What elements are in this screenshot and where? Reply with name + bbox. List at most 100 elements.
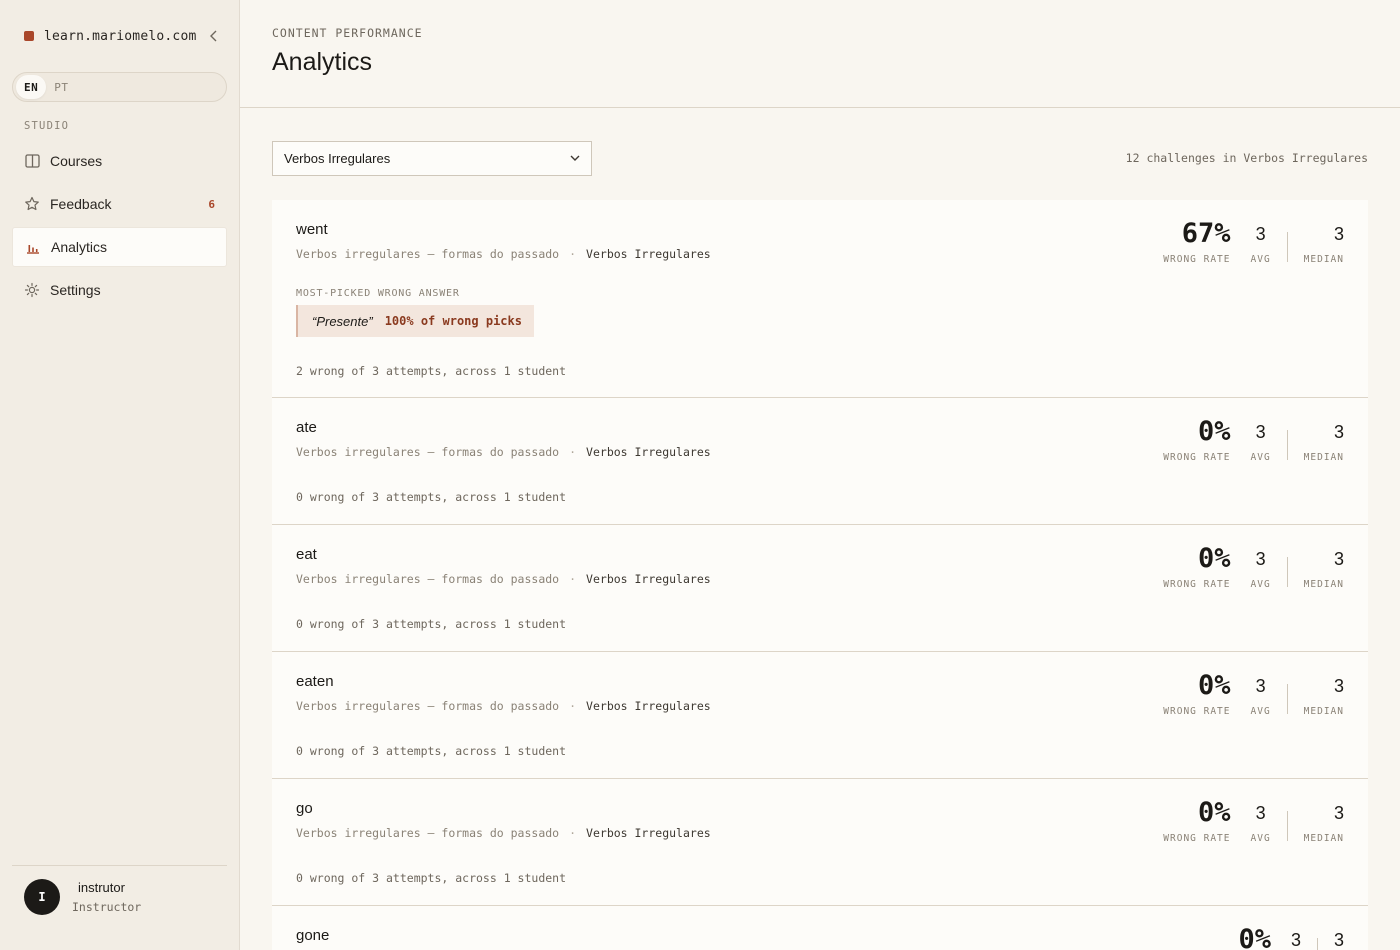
- challenge-card[interactable]: eat Verbos irregulares — formas do passa…: [272, 525, 1368, 652]
- challenge-word: eat: [296, 546, 317, 563]
- avg-stat: 3 AVG: [1251, 672, 1271, 717]
- median-label: MEDIAN: [1303, 452, 1344, 463]
- page-title: Analytics: [272, 48, 373, 76]
- challenge-card[interactable]: go Verbos irregulares — formas do passad…: [272, 779, 1368, 906]
- avg-value: 3: [1255, 422, 1266, 442]
- language-toggle: EN PT: [12, 72, 227, 102]
- challenge-card[interactable]: went Verbos irregulares — formas do pass…: [272, 200, 1368, 398]
- wrong-rate-stat: 0% WRONG RATE: [1163, 543, 1231, 591]
- stat-divider: [1286, 684, 1288, 714]
- course-name: Verbos Irregulares: [586, 445, 711, 459]
- avg-stat: 3 AVG: [1251, 220, 1271, 265]
- user-profile[interactable]: I instrutor Instructor: [12, 865, 227, 935]
- attempts-summary: 0 wrong of 3 attempts, across 1 student: [296, 871, 567, 885]
- median-value: 3: [1333, 676, 1344, 696]
- median-label: MEDIAN: [1303, 254, 1344, 265]
- challenge-count: 12 challenges in Verbos Irregulares: [1125, 151, 1368, 165]
- wrong-rate-value: 0%: [1238, 924, 1271, 950]
- challenge-meta: Verbos irregulares — formas do passado · V…: [296, 572, 711, 586]
- wrong-rate-value: 0%: [1197, 543, 1231, 574]
- sidebar-nav: Courses Feedback 6 Analytics Settings: [12, 141, 227, 313]
- median-label: MEDIAN: [1303, 833, 1344, 844]
- median-value: 3: [1333, 224, 1344, 244]
- challenge-card[interactable]: eaten Verbos irregulares — formas do pas…: [272, 652, 1368, 779]
- lesson-name: Verbos irregulares — formas do passado: [296, 445, 560, 459]
- user-name: instrutor: [78, 880, 125, 895]
- avg-label: AVG: [1250, 579, 1271, 590]
- wrong-rate-stat: 0% WRONG RATE: [1163, 418, 1231, 464]
- sidebar-item-courses[interactable]: Courses: [12, 141, 227, 181]
- challenge-meta: Verbos irregulares — formas do passado · V…: [296, 699, 711, 713]
- meta-separator: ·: [569, 572, 577, 586]
- avg-stat: 3 AVG: [1251, 545, 1271, 590]
- wrong-rate-label: WRONG RATE: [1163, 452, 1231, 463]
- star-icon: [24, 196, 40, 212]
- avg-value: 3: [1255, 676, 1266, 696]
- avatar: I: [24, 879, 60, 915]
- wrong-rate-label: WRONG RATE: [1163, 833, 1231, 844]
- wrong-answer-percentage: 100% of wrong picks: [384, 314, 522, 328]
- median-label: MEDIAN: [1303, 579, 1344, 590]
- collapse-sidebar-button[interactable]: [204, 26, 224, 46]
- meta-separator: ·: [569, 826, 577, 840]
- wrong-rate-label: WRONG RATE: [1163, 579, 1231, 590]
- lang-pt-button[interactable]: PT: [46, 75, 76, 99]
- wrong-rate-stat: 67% WRONG RATE: [1163, 220, 1231, 266]
- course-name: Verbos Irregulares: [586, 247, 711, 261]
- avg-label: AVG: [1250, 706, 1271, 717]
- challenge-stats: 67% WRONG RATE 3 AVG 3 MEDIAN: [1163, 220, 1344, 268]
- brand: learn.mariomelo.com: [24, 26, 224, 46]
- avg-stat: 3: [1291, 926, 1301, 950]
- challenge-stats: 0% WRONG RATE 3 AVG 3 MEDIAN: [1163, 672, 1344, 720]
- challenge-stats: 0% WRONG RATE 3 AVG 3 MEDIAN: [1163, 418, 1344, 466]
- feedback-count-badge: 6: [208, 197, 215, 211]
- median-value: 3: [1333, 422, 1344, 442]
- lesson-name: Verbos irregulares — formas do passado: [296, 572, 560, 586]
- stat-divider: [1286, 557, 1288, 587]
- challenge-meta: Verbos irregulares — formas do passado · V…: [296, 826, 711, 840]
- stat-divider: [1286, 811, 1288, 841]
- course-name: Verbos Irregulares: [586, 572, 711, 586]
- meta-separator: ·: [569, 699, 577, 713]
- challenge-card[interactable]: ate Verbos irregulares — formas do passa…: [272, 398, 1368, 525]
- challenge-word: eaten: [296, 673, 334, 690]
- sidebar-item-analytics[interactable]: Analytics: [12, 227, 227, 267]
- user-role: Instructor: [72, 900, 142, 914]
- median-stat: 3: [1334, 926, 1344, 950]
- challenge-card[interactable]: gone 0% 3 3: [272, 906, 1368, 950]
- studio-section-label: STUDIO: [24, 120, 70, 132]
- meta-separator: ·: [569, 247, 577, 261]
- wrong-rate-stat: 0% WRONG RATE: [1163, 799, 1231, 845]
- meta-separator: ·: [569, 445, 577, 459]
- challenge-meta: Verbos irregulares — formas do passado · V…: [296, 247, 711, 261]
- sidebar-item-label: Settings: [50, 282, 101, 298]
- bar-chart-icon: [25, 239, 41, 255]
- challenge-list: went Verbos irregulares — formas do pass…: [272, 200, 1368, 950]
- median-stat: 3 MEDIAN: [1304, 220, 1344, 265]
- most-picked-wrong-label: MOST-PICKED WRONG ANSWER: [296, 288, 460, 299]
- challenge-stats: 0% WRONG RATE 3 AVG 3 MEDIAN: [1163, 545, 1344, 593]
- wrong-rate-stat: 0%: [1238, 926, 1271, 950]
- lesson-name: Verbos irregulares — formas do passado: [296, 247, 560, 261]
- wrong-rate-value: 0%: [1197, 670, 1231, 701]
- sidebar-item-settings[interactable]: Settings: [12, 270, 227, 310]
- sidebar-item-label: Analytics: [51, 239, 108, 255]
- most-picked-wrong-answer: “Presente” 100% of wrong picks: [296, 305, 534, 337]
- challenge-word: gone: [296, 927, 330, 944]
- brand-logo-dot: [24, 31, 34, 41]
- sidebar: learn.mariomelo.com EN PT STUDIO Courses…: [0, 0, 240, 950]
- lang-en-button[interactable]: EN: [16, 75, 47, 99]
- median-value: 3: [1333, 930, 1344, 950]
- sidebar-item-feedback[interactable]: Feedback 6: [12, 184, 227, 224]
- course-select[interactable]: Verbos Irregulares: [272, 141, 592, 176]
- wrong-rate-label: WRONG RATE: [1163, 254, 1231, 265]
- page-header: CONTENT PERFORMANCE Analytics: [240, 0, 1400, 108]
- course-select-value: Verbos Irregulares: [284, 151, 391, 166]
- gear-icon: [24, 282, 40, 298]
- avg-value: 3: [1255, 224, 1266, 244]
- wrong-rate-stat: 0% WRONG RATE: [1163, 670, 1231, 718]
- stat-divider: [1286, 430, 1288, 460]
- stat-divider: [1316, 938, 1318, 950]
- challenge-word: ate: [296, 419, 317, 436]
- attempts-summary: 0 wrong of 3 attempts, across 1 student: [296, 490, 567, 504]
